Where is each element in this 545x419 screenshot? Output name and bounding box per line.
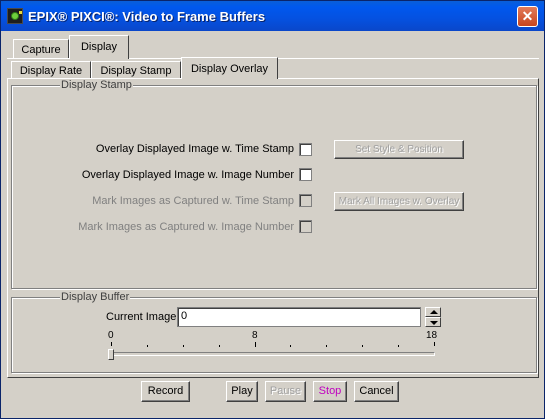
stop-button[interactable]: Stop bbox=[313, 381, 347, 402]
current-image-input[interactable]: 0 bbox=[177, 307, 421, 327]
current-image-spinner[interactable] bbox=[425, 307, 441, 327]
camera-lens bbox=[11, 12, 19, 20]
tab-display-stamp[interactable]: Display Stamp bbox=[91, 61, 181, 79]
overlay-time-stamp-checkbox[interactable] bbox=[299, 143, 312, 156]
mark-time-stamp-checkbox[interactable] bbox=[299, 194, 312, 207]
slider-minor-tick bbox=[183, 345, 184, 347]
tab-display-rate-label: Display Rate bbox=[19, 65, 83, 77]
overlay-image-number-label: Overlay Displayed Image w. Image Number bbox=[81, 169, 294, 181]
tab-display-label: Display bbox=[80, 41, 118, 53]
slider-mid-label: 8 bbox=[252, 330, 258, 341]
slider-minor-tick bbox=[398, 345, 399, 347]
spin-up-icon bbox=[430, 310, 438, 314]
current-image-label: Current Image bbox=[106, 311, 177, 323]
set-style-position-button[interactable]: Set Style & Position bbox=[334, 140, 464, 159]
slider-min-label: 0 bbox=[108, 330, 114, 341]
slider-minor-tick bbox=[255, 345, 256, 347]
record-button[interactable]: Record bbox=[141, 381, 190, 402]
overlay-time-stamp-label: Overlay Displayed Image w. Time Stamp bbox=[95, 143, 294, 155]
slider-tick bbox=[434, 342, 435, 346]
mark-time-stamp-label: Mark Images as Captured w. Time Stamp bbox=[92, 195, 294, 207]
mark-all-images-button[interactable]: Mark All Images w. Overlay bbox=[334, 192, 464, 211]
dialog-window: EPIX® PIXCI®: Video to Frame Buffers ✕ C… bbox=[0, 0, 545, 419]
spin-down-icon bbox=[430, 321, 438, 325]
display-buffer-legend: Display Buffer bbox=[60, 291, 131, 303]
camera-light bbox=[19, 11, 22, 14]
slider-minor-tick bbox=[326, 345, 327, 347]
display-stamp-legend: Display Stamp bbox=[60, 79, 133, 91]
close-icon[interactable]: ✕ bbox=[517, 6, 538, 27]
spin-down-button[interactable] bbox=[425, 317, 441, 327]
slider-tick bbox=[111, 342, 112, 346]
cancel-button[interactable]: Cancel bbox=[354, 381, 399, 402]
play-button[interactable]: Play bbox=[226, 381, 258, 402]
window-title: EPIX® PIXCI®: Video to Frame Buffers bbox=[28, 9, 266, 24]
slider-minor-tick bbox=[147, 345, 148, 347]
slider-minor-tick bbox=[290, 345, 291, 347]
tab-display[interactable]: Display bbox=[69, 35, 129, 59]
spin-up-button[interactable] bbox=[425, 307, 441, 317]
tab-capture[interactable]: Capture bbox=[13, 39, 69, 58]
tab-display-overlay[interactable]: Display Overlay bbox=[181, 57, 278, 79]
tab-capture-label: Capture bbox=[21, 44, 61, 56]
current-image-slider[interactable] bbox=[111, 352, 435, 356]
mark-image-number-checkbox[interactable] bbox=[299, 220, 312, 233]
title-bar[interactable]: EPIX® PIXCI®: Video to Frame Buffers ✕ bbox=[1, 1, 544, 31]
slider-minor-tick bbox=[219, 345, 220, 347]
slider-thumb[interactable] bbox=[108, 349, 114, 360]
overlay-image-number-checkbox[interactable] bbox=[299, 168, 312, 181]
pause-button[interactable]: Pause bbox=[265, 381, 306, 402]
slider-max-label: 18 bbox=[426, 330, 438, 341]
slider-minor-tick bbox=[362, 345, 363, 347]
tab-display-overlay-label: Display Overlay bbox=[190, 63, 269, 75]
app-icon bbox=[7, 8, 23, 24]
tab-display-stamp-label: Display Stamp bbox=[100, 65, 172, 77]
tab-display-rate[interactable]: Display Rate bbox=[11, 61, 91, 79]
display-stamp-group: Display Stamp bbox=[11, 79, 537, 289]
mark-image-number-label: Mark Images as Captured w. Image Number bbox=[78, 221, 294, 233]
